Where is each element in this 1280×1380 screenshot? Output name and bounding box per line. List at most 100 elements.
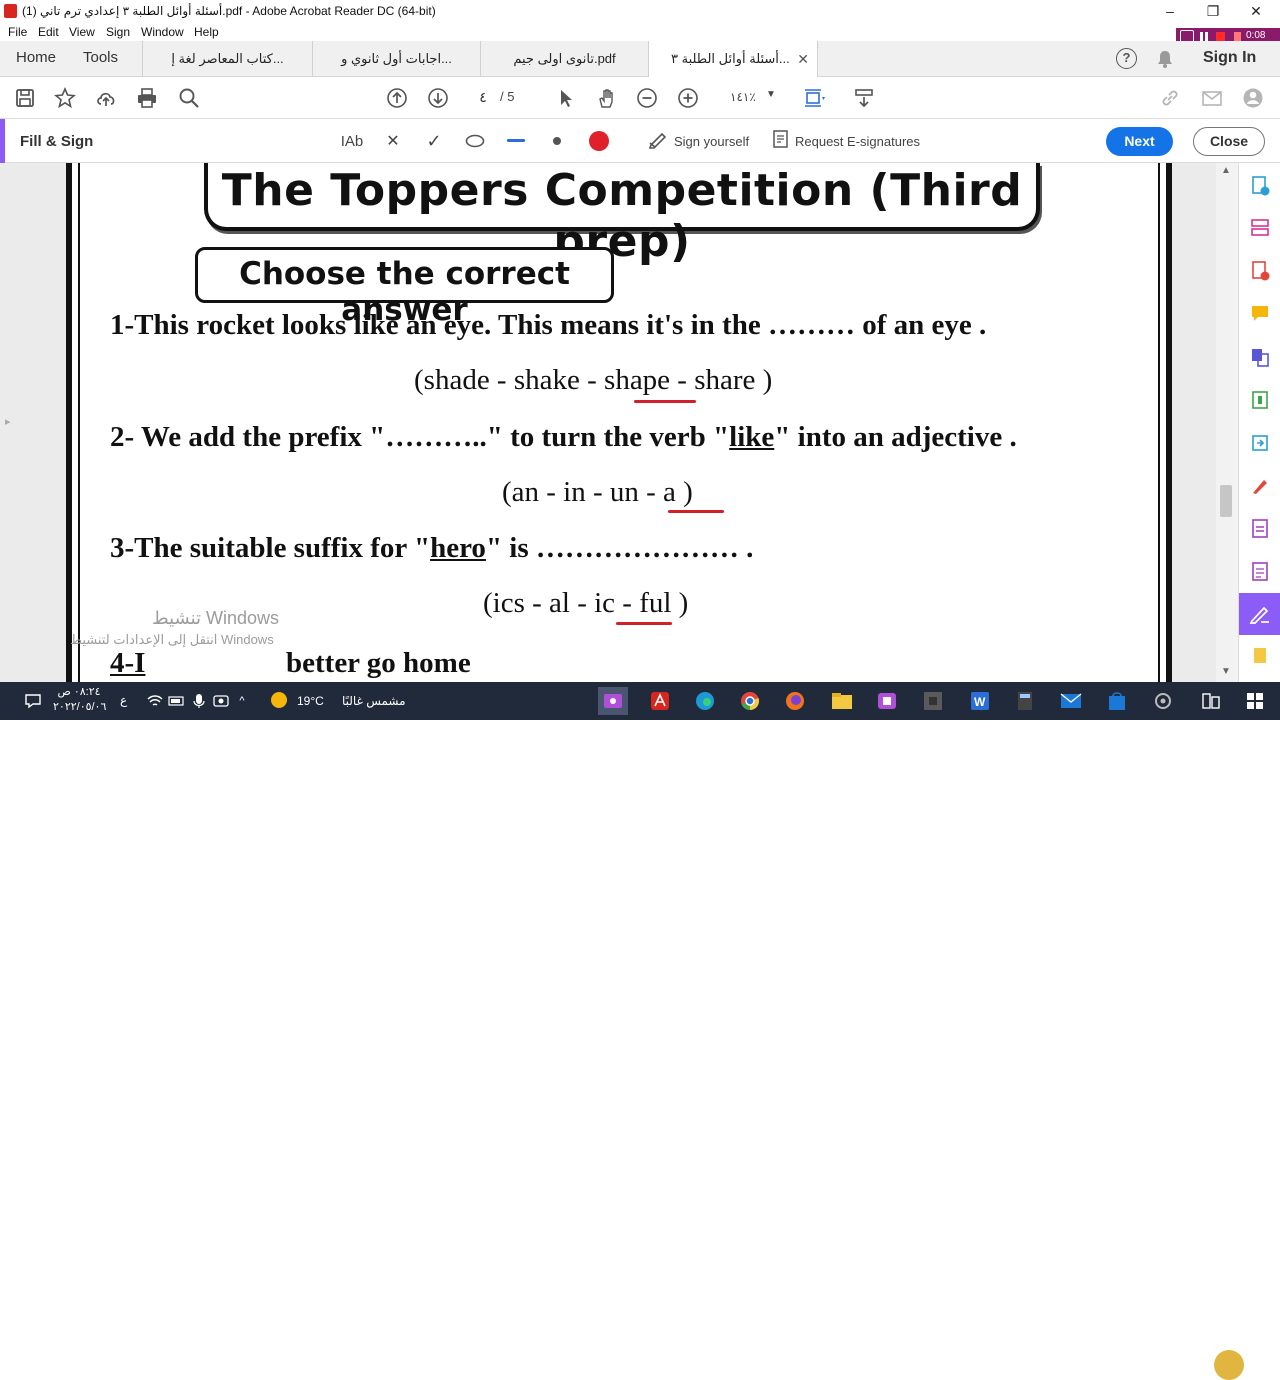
select-cursor-icon[interactable]	[553, 85, 579, 111]
chevron-up-icon[interactable]: ^	[227, 687, 257, 715]
help-icon[interactable]: ?	[1116, 48, 1137, 69]
upload-cloud-icon[interactable]	[93, 85, 119, 111]
file-explorer-icon[interactable]	[827, 687, 857, 715]
page-total: / 5	[500, 89, 515, 104]
store-icon[interactable]	[1102, 687, 1132, 715]
add-text-tool[interactable]: IAb	[339, 129, 365, 153]
check-mark-tool[interactable]: ✓	[423, 129, 445, 153]
weather-temperature[interactable]: 19°C	[297, 694, 324, 708]
weather-condition[interactable]: مشمس غالبًا	[342, 694, 406, 708]
media-player-icon[interactable]	[918, 687, 948, 715]
request-esignatures-button[interactable]: Request E-signatures	[772, 129, 920, 153]
fill-form-icon[interactable]	[1247, 559, 1273, 585]
maximize-button[interactable]: ❐	[1203, 2, 1223, 20]
fill-sign-tool-active[interactable]	[1239, 593, 1280, 635]
email-icon[interactable]	[1199, 85, 1225, 111]
vertical-scrollbar[interactable]: ▲ ▼	[1216, 163, 1238, 682]
combine-files-icon[interactable]	[1247, 344, 1273, 370]
scroll-up-icon[interactable]: ▲	[1221, 165, 1231, 176]
doc-tab[interactable]: اجابات أول ثانوي و...	[312, 41, 480, 77]
previous-page-icon[interactable]	[384, 85, 410, 111]
more-tools-icon[interactable]	[1247, 643, 1273, 669]
scroll-down-icon[interactable]: ▼	[1221, 666, 1231, 677]
notification-center-icon[interactable]	[18, 687, 48, 715]
menu-file[interactable]: File	[8, 25, 27, 39]
doc-tab-label: اجابات أول ثانوي و...	[341, 51, 452, 66]
scrolling-mode-icon[interactable]	[851, 85, 877, 111]
sign-in-link[interactable]: Sign In	[1203, 49, 1256, 67]
tools-app-icon[interactable]	[1148, 687, 1178, 715]
acrobat-app-icon	[4, 4, 17, 18]
cross-mark-tool[interactable]: ✕	[382, 129, 404, 153]
windows-start-icon[interactable]	[1240, 687, 1270, 715]
page-fit-icon[interactable]	[801, 85, 827, 111]
firefox-browser-icon[interactable]	[780, 687, 810, 715]
doc-tab-active[interactable]: أسئلة أوائل الطلبة ٣... ✕	[648, 41, 818, 77]
stop-icon[interactable]	[1216, 32, 1225, 41]
doc-tab[interactable]: كتاب المعاصر لغة إ...	[142, 41, 312, 77]
zoom-out-icon[interactable]	[634, 85, 660, 111]
tab-tools[interactable]: Tools	[83, 49, 118, 66]
cursor-highlight	[1214, 1350, 1244, 1380]
page-border-left	[78, 163, 80, 682]
print-icon[interactable]	[134, 85, 160, 111]
export-pdf-icon[interactable]	[1247, 258, 1273, 284]
question-2-text-end: " into an adjective .	[774, 421, 1017, 453]
edit-pen-icon[interactable]	[1247, 473, 1273, 499]
taskbar-clock[interactable]: ٠٨:٢٤ ص ٢٠٢٢/٠٥/٠٦	[53, 685, 106, 715]
zoom-select[interactable]: ١٤١٪ ▼	[716, 88, 778, 108]
weather-sun-icon[interactable]	[268, 689, 290, 714]
send-for-comments-icon[interactable]	[1247, 430, 1273, 456]
menu-edit[interactable]: Edit	[38, 25, 59, 39]
next-button[interactable]: Next	[1106, 127, 1173, 156]
menu-help[interactable]: Help	[194, 25, 219, 39]
create-pdf-icon[interactable]	[1247, 173, 1273, 199]
close-tab-icon[interactable]: ✕	[797, 41, 809, 77]
comment-icon[interactable]	[1247, 301, 1273, 327]
save-icon[interactable]	[12, 85, 38, 111]
record-indicator-icon	[1234, 32, 1241, 41]
share-user-icon[interactable]	[1240, 85, 1266, 111]
circle-tool-icon[interactable]	[464, 129, 486, 153]
color-picker-icon[interactable]	[587, 129, 611, 153]
menu-view[interactable]: View	[69, 25, 95, 39]
compress-pdf-icon[interactable]	[1247, 387, 1273, 413]
bookmark-star-icon[interactable]	[52, 85, 78, 111]
hand-tool-icon[interactable]	[594, 85, 620, 111]
page-number-input[interactable]: ٤	[469, 86, 497, 108]
menu-sign[interactable]: Sign	[106, 25, 130, 39]
close-window-button[interactable]: ✕	[1246, 2, 1266, 20]
teams-icon[interactable]	[872, 687, 902, 715]
chrome-browser-icon[interactable]	[735, 687, 765, 715]
menu-window[interactable]: Window	[141, 25, 184, 39]
zoom-in-icon[interactable]	[675, 85, 701, 111]
dot-tool-icon[interactable]	[546, 129, 568, 153]
mail-icon[interactable]	[1056, 687, 1086, 715]
close-button[interactable]: Close	[1193, 127, 1265, 156]
screen-recorder-app-icon[interactable]	[598, 687, 628, 715]
chevron-down-icon: ▼	[766, 89, 776, 100]
protect-pdf-icon[interactable]	[1247, 516, 1273, 542]
line-tool-icon[interactable]	[505, 129, 527, 153]
calculator-icon[interactable]	[1010, 687, 1040, 715]
tab-home[interactable]: Home	[16, 49, 56, 66]
edge-browser-icon[interactable]	[690, 687, 720, 715]
doc-tab[interactable]: تانوى اولى جيم.pdf	[480, 41, 648, 77]
search-icon[interactable]	[176, 85, 202, 111]
link-icon[interactable]	[1157, 85, 1183, 111]
pause-icon[interactable]	[1200, 32, 1203, 41]
input-language[interactable]: ع	[120, 693, 127, 707]
word-icon[interactable]: W	[965, 687, 995, 715]
organize-pages-icon[interactable]	[1247, 215, 1273, 241]
notification-bell-icon[interactable]	[1157, 50, 1173, 73]
task-view-icon[interactable]	[1196, 687, 1226, 715]
minimize-button[interactable]: –	[1160, 2, 1180, 20]
fill-sign-accent	[0, 119, 5, 163]
next-page-icon[interactable]	[425, 85, 451, 111]
scrollbar-thumb[interactable]	[1220, 485, 1232, 517]
windows-taskbar: ٠٨:٢٤ ص ٢٠٢٢/٠٥/٠٦ ع ^ 19°C مشمس غالبًا …	[0, 682, 1280, 1380]
acrobat-taskbar-icon[interactable]	[645, 687, 675, 715]
sign-yourself-button[interactable]: Sign yourself	[648, 129, 749, 153]
document-viewport[interactable]: ▸ The Toppers Competition (Third prep) C…	[0, 163, 1238, 682]
left-panel-toggle-icon[interactable]: ▸	[5, 415, 11, 428]
